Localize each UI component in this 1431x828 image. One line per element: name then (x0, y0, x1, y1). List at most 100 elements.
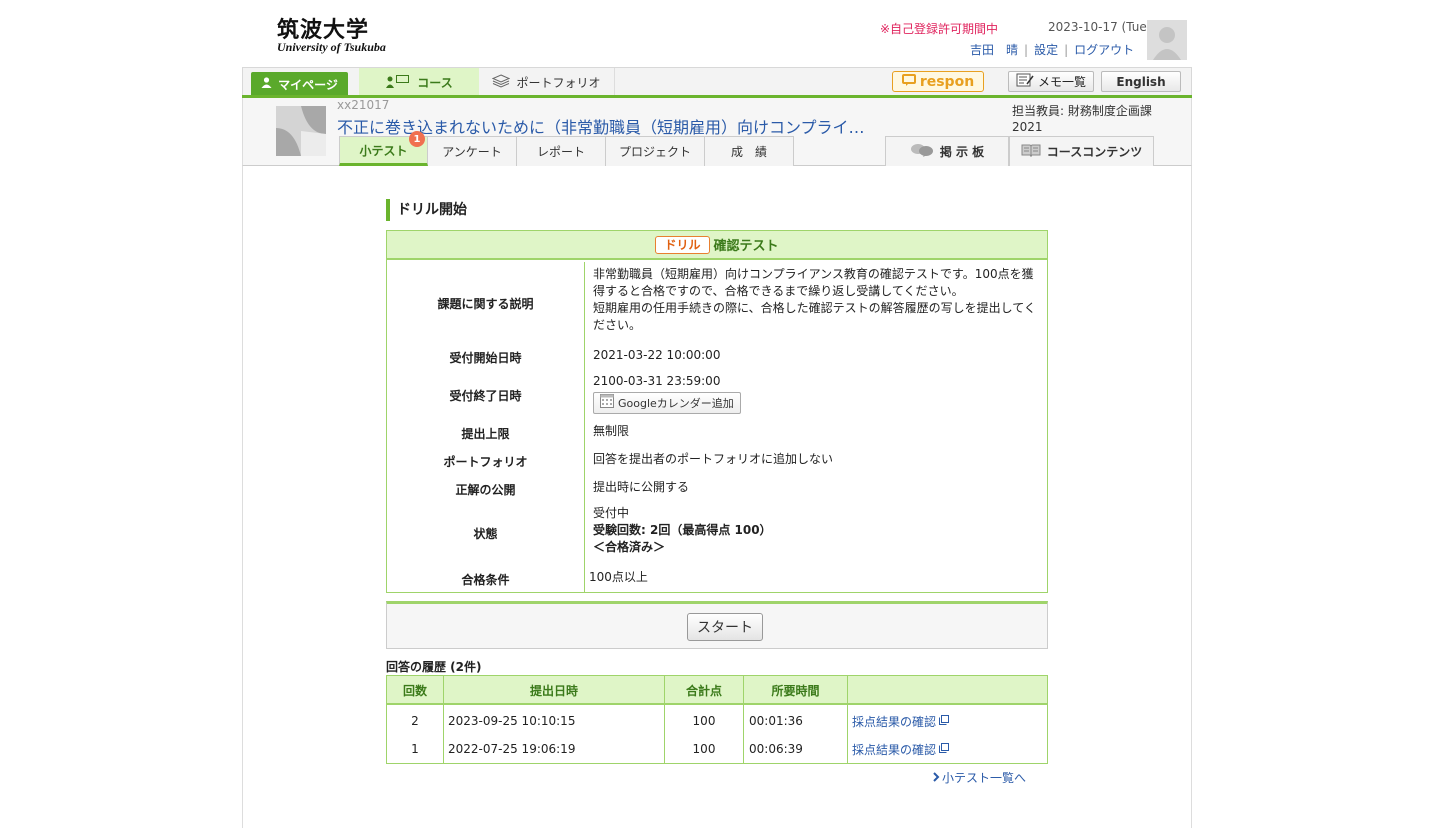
end-datetime-value: 2100-03-31 23:59:00 (593, 374, 721, 388)
description-line-1: 非常勤職員（短期雇用）向けコンプライアンス教育の確認テストです。100点を獲得す… (593, 267, 1034, 298)
speech-bubble-icon (910, 143, 934, 160)
tab-portfolio-label: ポートフォリオ (516, 75, 601, 90)
start-datetime-value: 2021-03-22 10:00:00 (593, 348, 721, 362)
tab-mypage-label: マイページ (278, 77, 338, 92)
respon-label: respon (919, 73, 975, 90)
tab-board[interactable]: 掲 示 板 (885, 136, 1009, 166)
logo-english[interactable]: University of Tsukuba (277, 40, 386, 55)
passed-status: ＜合格済み＞ (593, 540, 666, 554)
respon-button[interactable]: respon (892, 71, 984, 92)
pass-condition-value: 100点以上 (589, 570, 648, 584)
status-value: 受付中 (593, 506, 630, 520)
logout-link[interactable]: ログアウト (1074, 43, 1134, 57)
header-submitted-at: 提出日時 (529, 684, 578, 698)
history-title: 回答の履歴 (2件) (386, 660, 482, 674)
tab-course-contents[interactable]: コースコンテンツ (1009, 136, 1154, 166)
course-image (276, 106, 326, 156)
stack-icon (492, 73, 511, 91)
tab-quiz[interactable]: 小テスト 1 (339, 131, 428, 166)
check-result-link[interactable]: 採点結果の確認 (852, 741, 950, 758)
end-datetime-block: 2100-03-31 23:59:00 Googleカレンダー追加 (593, 373, 1039, 414)
row-date: 2022-07-25 19:06:19 (448, 742, 576, 756)
row-count: 1 (411, 742, 419, 756)
row-count: 2 (411, 714, 419, 728)
row-result-cell: 採点結果の確認 (852, 711, 950, 731)
header-time-taken: 所要時間 (771, 684, 820, 698)
new-window-icon (939, 742, 950, 756)
avatar-icon (1147, 20, 1187, 60)
check-result-label: 採点結果の確認 (852, 742, 937, 757)
course-thumbnail-icon (276, 106, 326, 156)
column-divider (443, 676, 444, 763)
tab-course-label: コース (417, 75, 453, 90)
end-datetime-label: 受付終了日時 (449, 389, 522, 403)
tab-survey[interactable]: アンケート (428, 136, 517, 166)
new-window-icon (939, 714, 950, 728)
history-header-row: 回数 提出日時 合計点 所要時間 (387, 676, 1047, 705)
book-icon (1021, 143, 1041, 160)
header-count: 回数 (402, 684, 427, 698)
tab-project[interactable]: プロジェクト (606, 136, 705, 166)
row-result-cell: 採点結果の確認 (852, 739, 950, 759)
column-divider (584, 262, 585, 592)
answer-disclosure-label: 正解の公開 (455, 483, 516, 497)
row-date: 2023-09-25 10:10:15 (448, 714, 576, 728)
answer-disclosure-value: 提出時に公開する (593, 480, 690, 494)
start-button[interactable]: スタート (687, 613, 763, 641)
drill-info-header: ドリル 確認テスト (387, 231, 1047, 260)
quiz-count-badge: 1 (409, 131, 425, 147)
tab-portfolio[interactable]: ポートフォリオ (479, 68, 615, 96)
drill-info-table: ドリル 確認テスト 課題に関する説明 非常勤職員（短期雇用）向けコンプライアンス… (386, 230, 1048, 593)
start-datetime-label: 受付開始日時 (449, 351, 522, 365)
settings-link[interactable]: 設定 (1034, 43, 1058, 57)
course-tabs: 小テスト 1 アンケート レポート プロジェクト 成 績 (339, 131, 794, 166)
tab-quiz-label: 小テスト (359, 143, 408, 158)
section-title: ドリル開始 (386, 199, 467, 221)
column-divider (743, 676, 744, 763)
tab-grades[interactable]: 成 績 (705, 136, 794, 166)
course-people-icon (385, 74, 411, 91)
memo-icon (1016, 73, 1034, 90)
tab-course[interactable]: コース (359, 68, 479, 96)
course-right-tabs: 掲 示 板 コースコンテンツ (885, 136, 1154, 166)
pass-condition-label: 合格条件 (461, 573, 510, 587)
registration-notice: ※自己登録許可期間中 (880, 22, 999, 36)
description-label: 課題に関する説明 (437, 297, 534, 311)
header-total-score: 合計点 (685, 684, 722, 698)
submission-limit-value: 無制限 (593, 424, 630, 438)
google-calendar-button[interactable]: Googleカレンダー追加 (593, 392, 741, 414)
respon-icon (901, 73, 916, 91)
header-actions (848, 676, 1047, 705)
column-divider (847, 676, 848, 763)
description-value: 非常勤職員（短期雇用）向けコンプライアンス教育の確認テストです。100点を獲得す… (593, 266, 1039, 334)
row-score: 100 (692, 714, 716, 728)
calendar-icon (600, 393, 614, 413)
check-result-link[interactable]: 採点結果の確認 (852, 713, 950, 730)
tab-mypage[interactable]: マイページ (251, 72, 348, 96)
tab-course-contents-label: コースコンテンツ (1046, 145, 1143, 159)
separator: | (1064, 43, 1069, 57)
attempt-count: 受験回数: 2回（最高得点 100） (593, 523, 772, 537)
memo-list-label: メモ一覧 (1037, 75, 1086, 89)
portfolio-value: 回答を提出者のポートフォリオに追加しない (593, 452, 834, 466)
description-line-2: 短期雇用の任用手続きの際に、合格した確認テストの解答履歴の写しを提出してください… (593, 301, 1036, 332)
top-navigation: マイページ コース ポートフォリオ respon メモ一覧 English (242, 67, 1192, 96)
course-year: 2021 (1012, 120, 1043, 134)
memo-list-button[interactable]: メモ一覧 (1008, 71, 1094, 92)
row-score: 100 (692, 742, 716, 756)
row-time: 00:01:36 (749, 714, 803, 728)
history-table: 回数 提出日時 合計点 所要時間 2 2023-09-25 10:10:15 1… (386, 675, 1048, 764)
start-area: スタート (386, 601, 1048, 649)
separator: | (1024, 43, 1029, 57)
back-to-quiz-list-label: 小テスト一覧へ (942, 771, 1027, 785)
english-button[interactable]: English (1101, 71, 1181, 92)
back-to-quiz-list-link[interactable]: 小テスト一覧へ (932, 769, 1026, 786)
google-calendar-label: Googleカレンダー追加 (618, 396, 734, 410)
avatar[interactable] (1147, 20, 1187, 60)
tab-board-label: 掲 示 板 (939, 145, 985, 159)
tab-report[interactable]: レポート (517, 136, 606, 166)
person-icon (261, 77, 272, 91)
user-name-link[interactable]: 吉田 晴 (970, 43, 1018, 57)
status-label: 状態 (473, 527, 498, 541)
row-time: 00:06:39 (749, 742, 803, 756)
